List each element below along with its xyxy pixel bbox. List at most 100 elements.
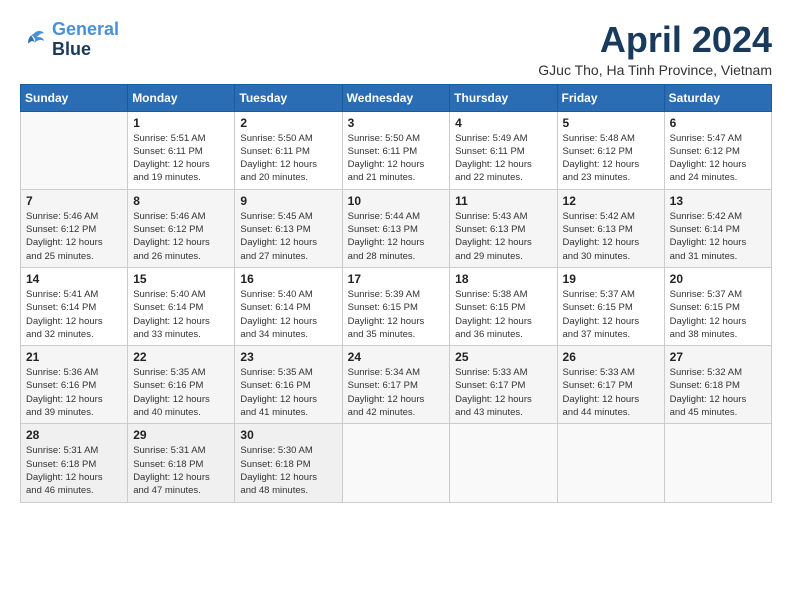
calendar-header-row: SundayMondayTuesdayWednesdayThursdayFrid… <box>21 84 772 111</box>
day-info: Sunrise: 5:39 AM Sunset: 6:15 PM Dayligh… <box>348 288 445 341</box>
day-number: 9 <box>240 194 336 208</box>
day-info: Sunrise: 5:42 AM Sunset: 6:13 PM Dayligh… <box>563 210 659 263</box>
calendar-cell: 1 Sunrise: 5:51 AM Sunset: 6:11 PM Daylig… <box>128 111 235 189</box>
day-number: 30 <box>240 428 336 442</box>
calendar-cell: 17Sunrise: 5:39 AM Sunset: 6:15 PM Dayli… <box>342 267 450 345</box>
calendar-cell: 2Sunrise: 5:50 AM Sunset: 6:11 PM Daylig… <box>235 111 342 189</box>
day-number: 18 <box>455 272 551 286</box>
logo-text: General Blue <box>52 20 119 60</box>
day-number: 10 <box>348 194 445 208</box>
calendar-cell: 13 Sunrise: 5:42 AM Sunset: 6:14 PM Dayli… <box>664 189 771 267</box>
calendar-cell: 15Sunrise: 5:40 AM Sunset: 6:14 PM Dayli… <box>128 267 235 345</box>
day-info: Sunrise: 5:33 AM Sunset: 6:17 PM Dayligh… <box>563 366 659 419</box>
day-info: Sunrise: 5:31 AM Sunset: 6:18 PM Dayligh… <box>26 444 122 497</box>
day-header-thursday: Thursday <box>450 84 557 111</box>
day-info: Sunrise: 5:45 AM Sunset: 6:13 PM Dayligh… <box>240 210 336 263</box>
calendar-cell: 7Sunrise: 5:46 AM Sunset: 6:12 PM Daylig… <box>21 189 128 267</box>
calendar-cell: 23 Sunrise: 5:35 AM Sunset: 6:16 PM Dayli… <box>235 346 342 424</box>
day-number: 6 <box>670 116 766 130</box>
calendar-cell: 24 Sunrise: 5:34 AM Sunset: 6:17 PM Dayli… <box>342 346 450 424</box>
calendar-cell: 6 Sunrise: 5:47 AM Sunset: 6:12 PM Daylig… <box>664 111 771 189</box>
day-info: Sunrise: 5:46 AM Sunset: 6:12 PM Dayligh… <box>26 210 122 263</box>
month-title: April 2024 <box>538 20 772 60</box>
day-number: 24 <box>348 350 445 364</box>
day-info: Sunrise: 5:49 AM Sunset: 6:11 PM Dayligh… <box>455 132 551 185</box>
day-info: Sunrise: 5:41 AM Sunset: 6:14 PM Dayligh… <box>26 288 122 341</box>
day-number: 20 <box>670 272 766 286</box>
calendar-cell: 8 Sunrise: 5:46 AM Sunset: 6:12 PM Daylig… <box>128 189 235 267</box>
calendar-cell: 18 Sunrise: 5:38 AM Sunset: 6:15 PM Dayli… <box>450 267 557 345</box>
day-number: 2 <box>240 116 336 130</box>
day-info: Sunrise: 5:30 AM Sunset: 6:18 PM Dayligh… <box>240 444 336 497</box>
day-header-tuesday: Tuesday <box>235 84 342 111</box>
calendar-cell: 29 Sunrise: 5:31 AM Sunset: 6:18 PM Dayli… <box>128 424 235 502</box>
day-info: Sunrise: 5:33 AM Sunset: 6:17 PM Dayligh… <box>455 366 551 419</box>
day-info: Sunrise: 5:40 AM Sunset: 6:14 PM Dayligh… <box>240 288 336 341</box>
calendar-cell: 21 Sunrise: 5:36 AM Sunset: 6:16 PM Dayli… <box>21 346 128 424</box>
calendar-table: SundayMondayTuesdayWednesdayThursdayFrid… <box>20 84 772 503</box>
title-section: April 2024 GJuc Tho, Ha Tinh Province, V… <box>538 20 772 78</box>
day-number: 5 <box>563 116 659 130</box>
day-number: 4 <box>455 116 551 130</box>
day-number: 26 <box>563 350 659 364</box>
day-info: Sunrise: 5:43 AM Sunset: 6:13 PM Dayligh… <box>455 210 551 263</box>
day-header-sunday: Sunday <box>21 84 128 111</box>
calendar-cell <box>342 424 450 502</box>
day-info: Sunrise: 5:37 AM Sunset: 6:15 PM Dayligh… <box>670 288 766 341</box>
day-info: Sunrise: 5:35 AM Sunset: 6:16 PM Dayligh… <box>133 366 229 419</box>
calendar-week-4: 21 Sunrise: 5:36 AM Sunset: 6:16 PM Dayli… <box>21 346 772 424</box>
calendar-cell: 28 Sunrise: 5:31 AM Sunset: 6:18 PM Dayli… <box>21 424 128 502</box>
day-info: Sunrise: 5:34 AM Sunset: 6:17 PM Dayligh… <box>348 366 445 419</box>
calendar-cell: 14 Sunrise: 5:41 AM Sunset: 6:14 PM Dayli… <box>21 267 128 345</box>
day-number: 15 <box>133 272 229 286</box>
location: GJuc Tho, Ha Tinh Province, Vietnam <box>538 62 772 78</box>
calendar-cell: 10 Sunrise: 5:44 AM Sunset: 6:13 PM Dayli… <box>342 189 450 267</box>
day-header-monday: Monday <box>128 84 235 111</box>
calendar-cell <box>664 424 771 502</box>
day-number: 8 <box>133 194 229 208</box>
day-info: Sunrise: 5:48 AM Sunset: 6:12 PM Dayligh… <box>563 132 659 185</box>
calendar-cell: 25 Sunrise: 5:33 AM Sunset: 6:17 PM Dayli… <box>450 346 557 424</box>
day-header-friday: Friday <box>557 84 664 111</box>
day-info: Sunrise: 5:31 AM Sunset: 6:18 PM Dayligh… <box>133 444 229 497</box>
day-number: 14 <box>26 272 122 286</box>
day-info: Sunrise: 5:44 AM Sunset: 6:13 PM Dayligh… <box>348 210 445 263</box>
day-number: 13 <box>670 194 766 208</box>
day-number: 29 <box>133 428 229 442</box>
calendar-cell: 11 Sunrise: 5:43 AM Sunset: 6:13 PM Dayli… <box>450 189 557 267</box>
day-number: 3 <box>348 116 445 130</box>
calendar-cell: 20 Sunrise: 5:37 AM Sunset: 6:15 PM Dayli… <box>664 267 771 345</box>
calendar-cell: 26 Sunrise: 5:33 AM Sunset: 6:17 PM Dayli… <box>557 346 664 424</box>
day-number: 16 <box>240 272 336 286</box>
calendar-cell: 4 Sunrise: 5:49 AM Sunset: 6:11 PM Daylig… <box>450 111 557 189</box>
calendar-cell: 5 Sunrise: 5:48 AM Sunset: 6:12 PM Daylig… <box>557 111 664 189</box>
calendar-cell: 9 Sunrise: 5:45 AM Sunset: 6:13 PM Daylig… <box>235 189 342 267</box>
day-info: Sunrise: 5:51 AM Sunset: 6:11 PM Dayligh… <box>133 132 229 185</box>
calendar-cell <box>21 111 128 189</box>
day-number: 23 <box>240 350 336 364</box>
day-info: Sunrise: 5:46 AM Sunset: 6:12 PM Dayligh… <box>133 210 229 263</box>
day-info: Sunrise: 5:35 AM Sunset: 6:16 PM Dayligh… <box>240 366 336 419</box>
day-number: 28 <box>26 428 122 442</box>
calendar-cell: 27Sunrise: 5:32 AM Sunset: 6:18 PM Dayli… <box>664 346 771 424</box>
calendar-week-3: 14 Sunrise: 5:41 AM Sunset: 6:14 PM Dayli… <box>21 267 772 345</box>
calendar-cell: 30 Sunrise: 5:30 AM Sunset: 6:18 PM Dayli… <box>235 424 342 502</box>
day-info: Sunrise: 5:37 AM Sunset: 6:15 PM Dayligh… <box>563 288 659 341</box>
day-number: 19 <box>563 272 659 286</box>
day-number: 25 <box>455 350 551 364</box>
calendar-cell: 19 Sunrise: 5:37 AM Sunset: 6:15 PM Dayli… <box>557 267 664 345</box>
page-header: General Blue April 2024 GJuc Tho, Ha Tin… <box>20 20 772 78</box>
day-info: Sunrise: 5:38 AM Sunset: 6:15 PM Dayligh… <box>455 288 551 341</box>
day-info: Sunrise: 5:42 AM Sunset: 6:14 PM Dayligh… <box>670 210 766 263</box>
day-info: Sunrise: 5:47 AM Sunset: 6:12 PM Dayligh… <box>670 132 766 185</box>
day-number: 1 <box>133 116 229 130</box>
calendar-cell <box>450 424 557 502</box>
day-info: Sunrise: 5:50 AM Sunset: 6:11 PM Dayligh… <box>348 132 445 185</box>
day-info: Sunrise: 5:36 AM Sunset: 6:16 PM Dayligh… <box>26 366 122 419</box>
day-number: 21 <box>26 350 122 364</box>
calendar-cell <box>557 424 664 502</box>
logo-icon <box>20 26 48 54</box>
day-number: 11 <box>455 194 551 208</box>
day-number: 22 <box>133 350 229 364</box>
calendar-week-5: 28 Sunrise: 5:31 AM Sunset: 6:18 PM Dayli… <box>21 424 772 502</box>
